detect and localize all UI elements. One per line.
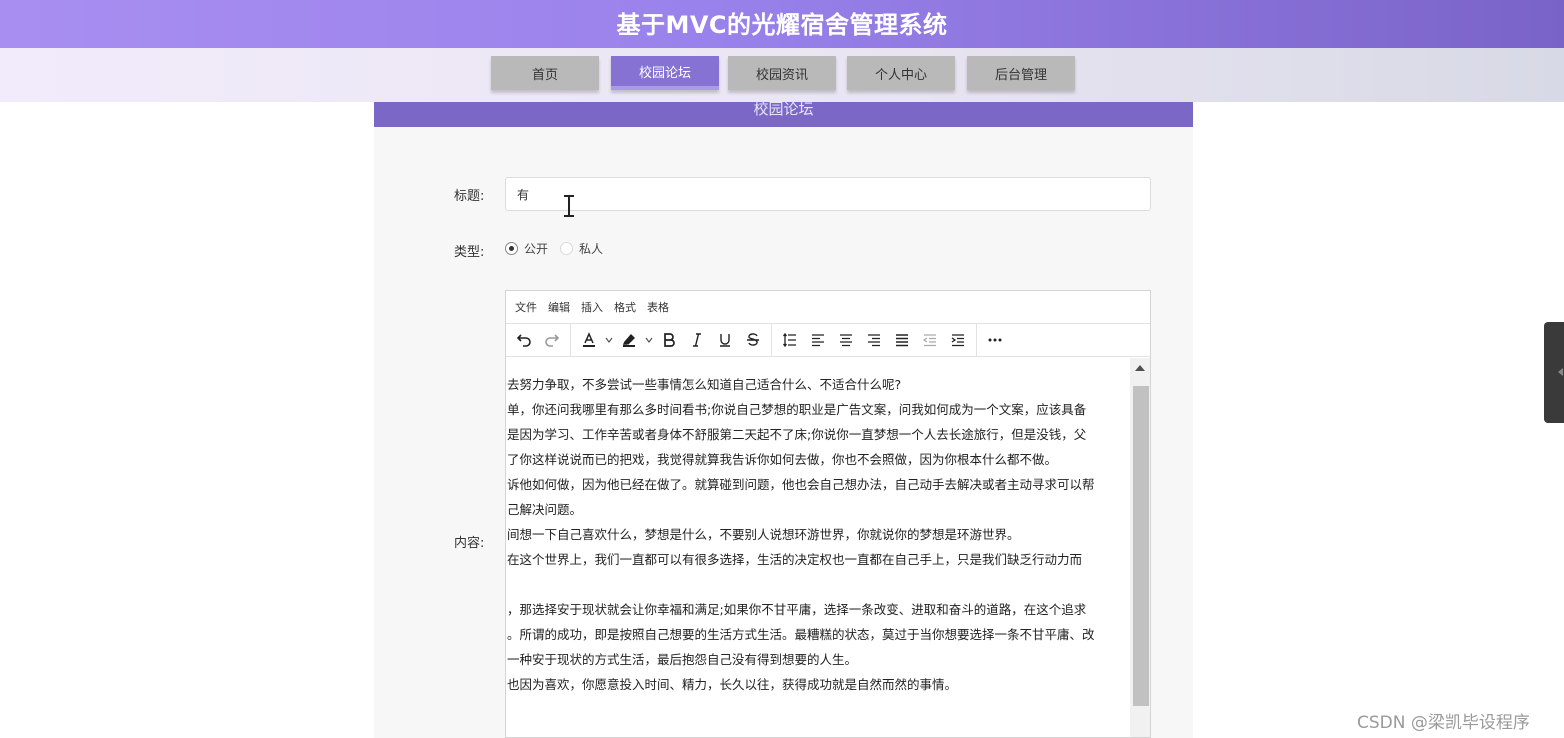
editor-menubar: 文件 编辑 插入 格式 表格	[506, 291, 1150, 324]
redo-icon[interactable]	[538, 327, 566, 353]
type-label: 类型:	[454, 245, 485, 260]
content-line: 了你这样说说而已的把戏，我觉得就算我告诉你如何去做，你也不会照做，因为你根本什么…	[507, 452, 1058, 467]
radio-private-label: 私人	[579, 242, 604, 256]
nav-item-news[interactable]: 校园资讯	[728, 56, 836, 90]
editor-toolbar	[506, 323, 1150, 357]
content-line: 去努力争取，不多尝试一些事情怎么知道自己适合什么、不适合什么呢?	[507, 377, 902, 392]
menu-format[interactable]: 格式	[614, 299, 636, 315]
menu-file[interactable]: 文件	[515, 299, 537, 315]
radio-checked-icon	[505, 242, 518, 255]
radio-public[interactable]: 公开	[505, 240, 548, 257]
font-color-icon[interactable]	[575, 327, 603, 353]
toolbar-divider	[771, 323, 772, 357]
nav-item-admin[interactable]: 后台管理	[967, 56, 1075, 90]
content-line: 间想一下自己喜欢什么，梦想是什么，不要别人说想环游世界，你就说你的梦想是环游世界…	[507, 527, 1020, 542]
radio-unchecked-icon	[560, 242, 573, 255]
content-label: 内容:	[454, 536, 485, 551]
nav-item-forum[interactable]: 校园论坛	[611, 56, 719, 90]
title-input[interactable]: 有	[505, 177, 1151, 211]
scroll-thumb[interactable]	[1133, 386, 1149, 706]
italic-icon[interactable]	[683, 327, 711, 353]
nav-item-profile[interactable]: 个人中心	[847, 56, 955, 90]
bold-icon[interactable]	[655, 327, 683, 353]
title-label: 标题:	[454, 189, 485, 204]
nav-bar: 首页 校园论坛 校园资讯 个人中心 后台管理	[0, 48, 1564, 102]
content-line: 诉他如何做，因为他已经在做了。就算碰到问题，他也会自己想办法，自己动手去解决或者…	[507, 477, 1095, 492]
indent-icon[interactable]	[944, 327, 972, 353]
nav-item-home[interactable]: 首页	[491, 56, 599, 90]
radio-private[interactable]: 私人	[560, 240, 603, 257]
underline-icon[interactable]	[711, 327, 739, 353]
more-icon[interactable]	[981, 327, 1009, 353]
content-line: 也因为喜欢，你愿意投入时间、精力，长久以往，获得成功就是自然而然的事情。	[507, 677, 958, 692]
editor-content[interactable]: 去努力争取，不多尝试一些事情怎么知道自己适合什么、不适合什么呢? 单，你还问我哪…	[506, 358, 1130, 737]
content-line: 单，你还问我哪里有那么多时间看书;你说自己梦想的职业是广告文案，问我如何成为一个…	[507, 402, 1087, 417]
highlight-icon[interactable]	[615, 327, 643, 353]
outdent-icon[interactable]	[916, 327, 944, 353]
menu-insert[interactable]: 插入	[581, 299, 603, 315]
content-line: 是因为学习、工作辛苦或者身体不舒服第二天起不了床;你说你一直梦想一个人去长途旅行…	[507, 427, 1087, 442]
align-center-icon[interactable]	[832, 327, 860, 353]
chevron-left-icon	[1558, 368, 1563, 376]
text-cursor-icon	[564, 195, 574, 217]
watermark: CSDN @梁凯毕设程序	[1357, 713, 1530, 733]
align-justify-icon[interactable]	[888, 327, 916, 353]
toolbar-divider	[570, 323, 571, 357]
panel-heading: 校园论坛	[374, 102, 1193, 127]
app-title: 基于MVC的光耀宿舍管理系统	[616, 11, 948, 39]
chevron-down-icon[interactable]	[603, 327, 615, 353]
undo-icon[interactable]	[510, 327, 538, 353]
toolbar-divider	[976, 323, 977, 357]
editor-scrollbar[interactable]	[1130, 358, 1150, 737]
content-line: 己解决问题。	[507, 502, 583, 517]
content-line: ，那选择安于现状就会让你幸福和满足;如果你不甘平庸，选择一条改变、进取和奋斗的道…	[507, 602, 1087, 617]
align-right-icon[interactable]	[860, 327, 888, 353]
align-left-icon[interactable]	[804, 327, 832, 353]
content-line: 一种安于现状的方式生活，最后抱怨自己没有得到想要的人生。	[507, 652, 858, 667]
menu-edit[interactable]: 编辑	[548, 299, 570, 315]
content-line: 在这个世界上，我们一直都可以有很多选择，生活的决定权也一直都在自己手上，只是我们…	[507, 552, 1083, 567]
rich-text-editor: 文件 编辑 插入 格式 表格 去努力争取，不多尝试一些事情怎么知道自己适合什么、…	[505, 290, 1151, 738]
line-height-icon[interactable]	[776, 327, 804, 353]
strikethrough-icon[interactable]	[739, 327, 767, 353]
radio-public-label: 公开	[524, 242, 549, 256]
side-drawer-tab[interactable]	[1544, 322, 1564, 423]
chevron-down-icon[interactable]	[643, 327, 655, 353]
content-line: 。所谓的成功，即是按照自己想要的生活方式生活。最糟糕的状态，莫过于当你想要选择一…	[507, 627, 1095, 642]
header: 基于MVC的光耀宿舍管理系统	[0, 0, 1564, 48]
menu-table[interactable]: 表格	[647, 299, 669, 315]
scroll-up-arrow-icon[interactable]	[1135, 365, 1145, 371]
